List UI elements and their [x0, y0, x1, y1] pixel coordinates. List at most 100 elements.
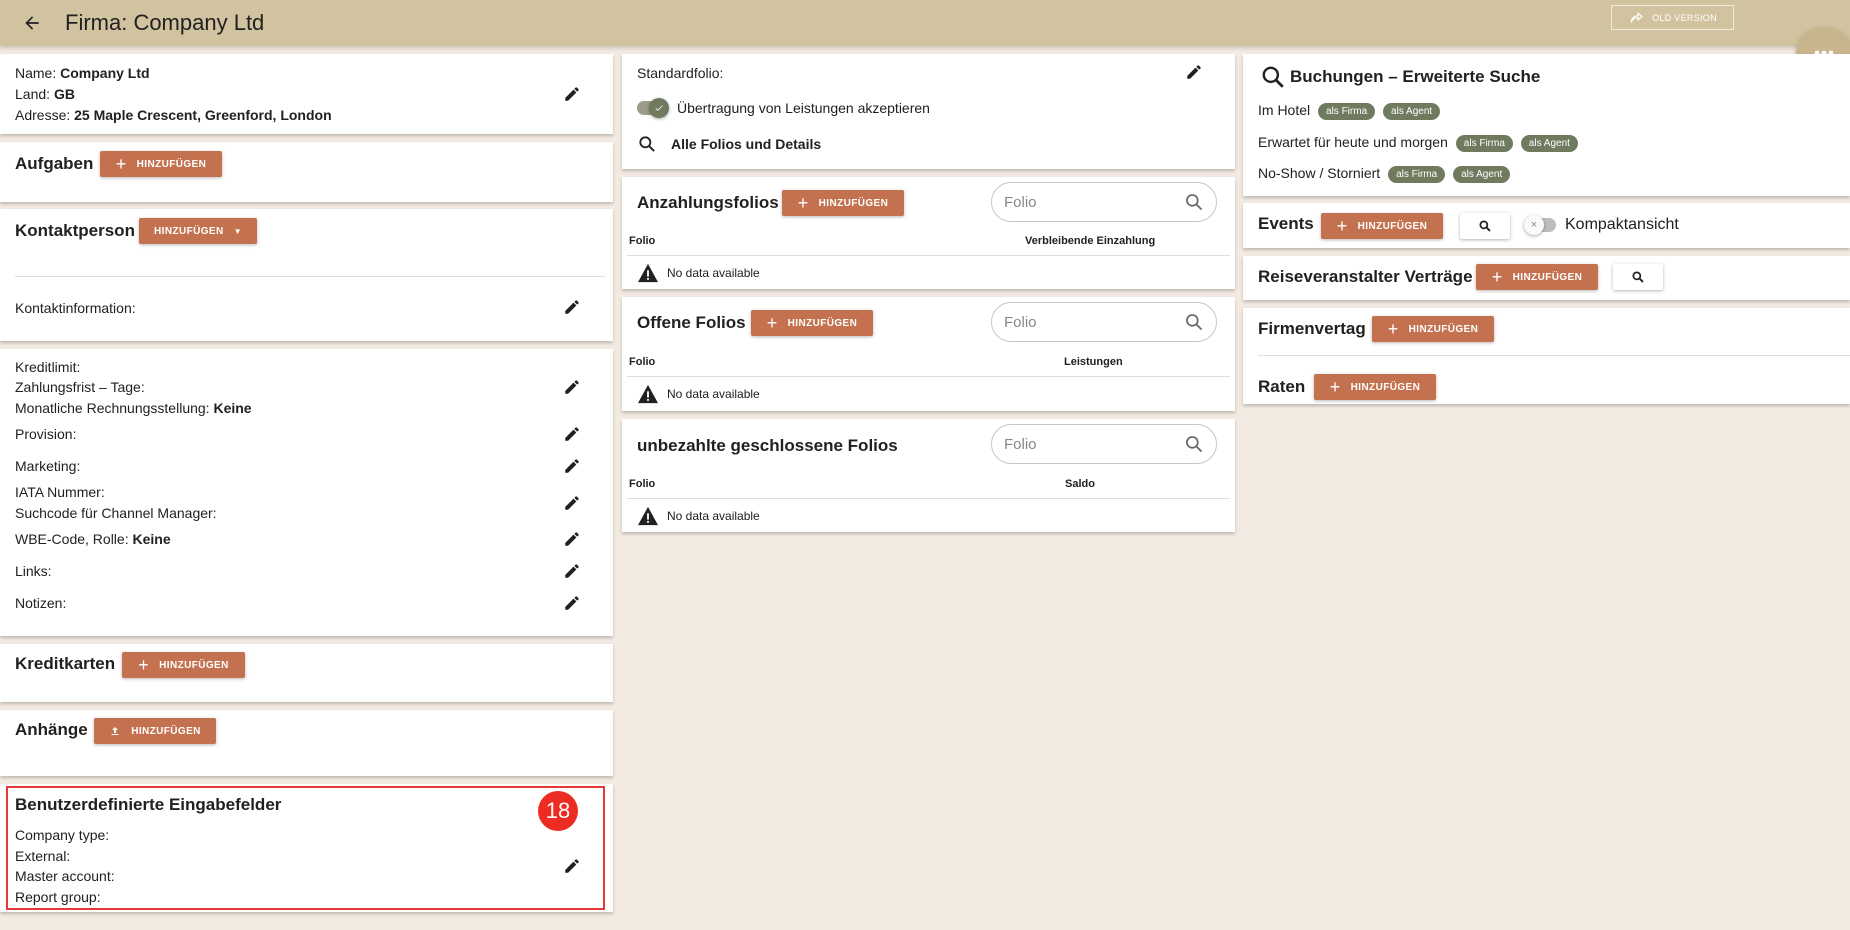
- search-icon: [1262, 66, 1284, 88]
- back-arrow-icon[interactable]: [18, 9, 46, 37]
- folio-settings-card: Standardfolio: Übertragung von Leistunge…: [622, 54, 1235, 169]
- as-company-chip[interactable]: als Firma: [1388, 165, 1446, 183]
- no-data-label: No data available: [667, 266, 760, 280]
- search-icon[interactable]: [1184, 192, 1204, 212]
- all-folios-link[interactable]: Alle Folios und Details: [637, 134, 821, 154]
- edit-marketing-icon[interactable]: [563, 457, 581, 475]
- add-event-label: HINZUFÜGEN: [1357, 220, 1428, 232]
- edit-company-info-icon[interactable]: [563, 85, 581, 103]
- search-icon: [1632, 271, 1644, 283]
- add-contact-label: HINZUFÜGEN: [154, 225, 224, 237]
- edit-commission-icon[interactable]: [563, 425, 581, 443]
- notes-label: Notizen:: [15, 595, 67, 611]
- check-icon: [649, 98, 669, 118]
- open-folio-search-input[interactable]: Folio: [991, 302, 1217, 342]
- company-address-value: 25 Maple Crescent, Greenford, London: [74, 107, 332, 123]
- edit-notes-icon[interactable]: [563, 594, 581, 612]
- no-data-label: No data available: [667, 387, 760, 401]
- search-icon: [639, 136, 655, 152]
- add-event-button[interactable]: + HINZUFÜGEN: [1321, 213, 1443, 239]
- finance-card: Kreditlimit: Zahlungsfrist – Tage: Monat…: [0, 349, 613, 636]
- channel-code-label: Suchcode für Channel Manager:: [15, 505, 217, 521]
- add-rate-label: HINZUFÜGEN: [1350, 381, 1421, 393]
- credit-limit-label: Kreditlimit:: [15, 359, 81, 375]
- custom-field-label: Company type:: [15, 827, 110, 843]
- company-contract-title: Firmenvertag: [1258, 319, 1366, 338]
- plus-icon: +: [797, 193, 809, 213]
- search-placeholder: Folio: [1004, 313, 1037, 331]
- as-company-chip[interactable]: als Firma: [1455, 134, 1513, 152]
- redirect-arrow-icon: [1630, 11, 1644, 23]
- unpaid-closed-folios-card: unbezahlte geschlossene Folios Folio Fol…: [622, 419, 1235, 532]
- search-icon[interactable]: [1184, 312, 1204, 332]
- search-icon[interactable]: [1184, 434, 1204, 454]
- edit-contact-info-icon[interactable]: [563, 298, 581, 316]
- edit-links-icon[interactable]: [563, 562, 581, 580]
- edit-default-folio-icon[interactable]: [1185, 63, 1203, 81]
- company-country-row: Land: GB: [15, 86, 75, 102]
- booking-row-no-show: No-Show / Storniert als Firma als Agent: [1258, 165, 1511, 183]
- company-address-row: Adresse: 25 Maple Crescent, Greenford, L…: [15, 107, 332, 123]
- add-contact-button[interactable]: HINZUFÜGEN ▼: [139, 218, 257, 244]
- tasks-title: Aufgaben: [15, 154, 94, 173]
- unpaid-folio-search-input[interactable]: Folio: [991, 424, 1217, 464]
- table-header-divider: [627, 255, 1230, 256]
- company-country-label: Land:: [15, 86, 51, 102]
- add-credit-card-button[interactable]: + HINZUFÜGEN: [122, 652, 245, 678]
- add-task-button[interactable]: + HINZUFÜGEN: [100, 151, 222, 177]
- as-agent-chip[interactable]: als Agent: [1520, 134, 1578, 152]
- contact-card: Kontaktperson HINZUFÜGEN ▼ Kontaktinforma…: [0, 209, 613, 341]
- annotation-badge: 18: [538, 791, 578, 831]
- tasks-card: Aufgaben + HINZUFÜGEN: [0, 142, 613, 202]
- add-deposit-folio-label: HINZUFÜGEN: [818, 197, 889, 209]
- old-version-button[interactable]: OLD VERSION: [1611, 5, 1734, 30]
- bookings-title: Buchungen – Erweiterte Suche: [1290, 67, 1541, 86]
- contact-info-label: Kontaktinformation:: [15, 300, 136, 316]
- as-agent-chip[interactable]: als Agent: [1383, 102, 1441, 120]
- custom-field-label: External:: [15, 848, 71, 864]
- upload-icon: [111, 727, 119, 735]
- iata-label: IATA Nummer:: [15, 484, 105, 500]
- no-data-row: No data available: [637, 263, 760, 283]
- search-tour-contracts-button[interactable]: [1613, 264, 1663, 290]
- company-country-value: GB: [53, 86, 75, 102]
- deposit-folio-search-input[interactable]: Folio: [991, 182, 1217, 222]
- bookings-search-card: Buchungen – Erweiterte Suche Im Hotel al…: [1243, 54, 1850, 196]
- add-task-label: HINZUFÜGEN: [136, 158, 207, 170]
- upload-attachment-button[interactable]: HINZUFÜGEN: [94, 718, 216, 744]
- monthly-billing-value: Keine: [213, 400, 252, 416]
- add-company-contract-button[interactable]: + HINZUFÜGEN: [1372, 316, 1494, 342]
- as-company-chip[interactable]: als Firma: [1318, 102, 1376, 120]
- plus-icon: +: [1329, 377, 1341, 397]
- compact-view-toggle[interactable]: ×: [1524, 214, 1558, 236]
- contact-divider: [15, 276, 605, 277]
- as-agent-chip[interactable]: als Agent: [1453, 165, 1511, 183]
- warning-icon: [638, 506, 658, 526]
- upload-attachment-label: HINZUFÜGEN: [131, 725, 201, 737]
- search-events-button[interactable]: [1460, 213, 1510, 239]
- add-tour-contract-button[interactable]: + HINZUFÜGEN: [1476, 264, 1598, 290]
- transfer-toggle[interactable]: [635, 97, 671, 119]
- custom-fields-title: Benutzerdefinierte Eingabefelder: [15, 795, 282, 814]
- wbe-label: WBE-Code, Rolle:: [15, 531, 129, 547]
- column-header-services: Leistungen: [1064, 356, 1123, 368]
- credit-cards-title: Kreditkarten: [15, 654, 116, 673]
- no-data-label: No data available: [667, 509, 760, 523]
- column-header-balance: Saldo: [1065, 478, 1095, 490]
- add-rate-button[interactable]: + HINZUFÜGEN: [1314, 374, 1436, 400]
- edit-custom-fields-icon[interactable]: [563, 857, 581, 875]
- plus-icon: +: [115, 154, 127, 174]
- edit-wbe-icon[interactable]: [563, 530, 581, 548]
- rates-title: Raten: [1258, 377, 1306, 396]
- add-open-folio-button[interactable]: + HINZUFÜGEN: [751, 310, 873, 336]
- booking-row-expected: Erwartet für heute und morgen als Firma …: [1258, 134, 1578, 152]
- open-folios-card: Offene Folios + HINZUFÜGEN Folio Folio Le…: [622, 297, 1235, 411]
- edit-credit-terms-icon[interactable]: [563, 378, 581, 396]
- company-contract-rates-card: Firmenvertag + HINZUFÜGEN Raten + HINZUFÜG…: [1243, 308, 1850, 404]
- add-deposit-folio-button[interactable]: + HINZUFÜGEN: [782, 190, 904, 216]
- events-card: Events + HINZUFÜGEN × Kompaktansicht: [1243, 203, 1850, 248]
- booking-row-label: Erwartet für heute und morgen: [1258, 134, 1448, 150]
- edit-iata-icon[interactable]: [563, 494, 581, 512]
- booking-row-label: Im Hotel: [1258, 102, 1311, 118]
- deposit-folios-card: Anzahlungsfolios + HINZUFÜGEN Folio Folio…: [622, 177, 1235, 289]
